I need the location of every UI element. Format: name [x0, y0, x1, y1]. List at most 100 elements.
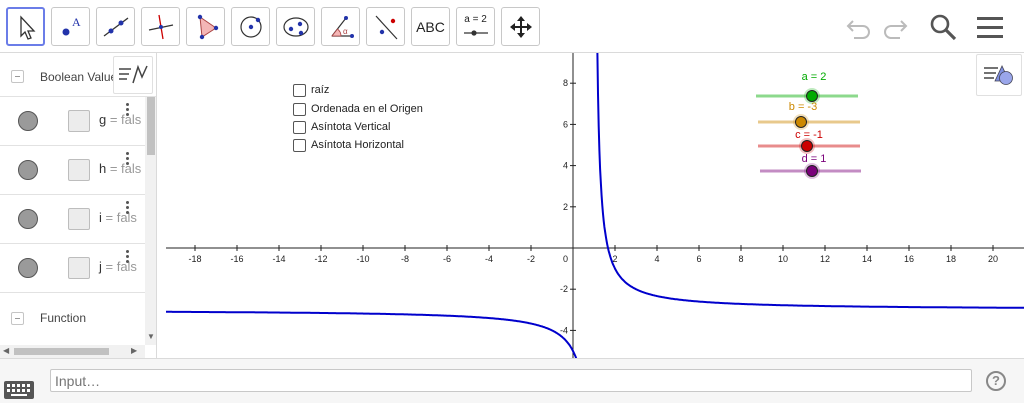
text-tool-button[interactable]: ABC [411, 7, 450, 46]
checkbox-asintota-horizontal[interactable]: Asíntota Horizontal [293, 137, 404, 153]
checkbox-asintota-vertical[interactable]: Asíntota Vertical [293, 119, 391, 135]
y-tick-label: -2 [560, 284, 568, 294]
boolean-checkbox[interactable] [68, 257, 90, 279]
y-tick-label: 6 [563, 119, 568, 129]
scroll-left-icon[interactable]: ◀ [3, 346, 9, 355]
x-tick-label: -2 [527, 254, 535, 264]
x-tick-label: 18 [946, 254, 956, 264]
collapse-icon[interactable] [11, 312, 24, 325]
x-tick-label: 20 [988, 254, 998, 264]
x-tick-label: -4 [485, 254, 493, 264]
circle-tool-button[interactable] [231, 7, 270, 46]
ellipse-icon [282, 16, 309, 37]
undo-button[interactable] [842, 10, 876, 44]
input-bar: ? [0, 358, 1024, 403]
algebra-row[interactable]: j = fals [0, 244, 145, 293]
algebra-row-text: h = fals [99, 161, 141, 176]
text-tool-label: ABC [416, 18, 445, 35]
y-tick-label: 8 [563, 78, 568, 88]
polygon-icon [197, 14, 218, 39]
toolbar: A α ABC a = 2 [0, 0, 1024, 53]
point-icon: A [62, 15, 81, 35]
var-value: = fals [101, 259, 137, 274]
horizontal-scrollbar[interactable]: ◀ ▶ [0, 345, 145, 358]
more-options-icon[interactable] [126, 250, 130, 265]
checkbox-ordenada[interactable]: Ordenada en el Origen [293, 101, 423, 117]
reflect-icon [375, 15, 397, 39]
x-tick-label: 4 [654, 254, 659, 264]
collapse-icon[interactable] [11, 70, 24, 83]
algebra-row[interactable]: i = fals [0, 195, 145, 244]
move-tool-button[interactable] [6, 7, 45, 46]
ellipse-tool-button[interactable] [276, 7, 315, 46]
more-options-icon[interactable] [126, 201, 130, 216]
algebra-row-text: i = fals [99, 210, 137, 225]
checkbox-box[interactable] [293, 102, 306, 116]
help-icon[interactable]: ? [986, 371, 1006, 391]
function-curve-left-branch[interactable] [166, 310, 585, 358]
x-tick-label: -14 [272, 254, 285, 264]
visibility-toggle[interactable] [18, 160, 38, 180]
more-options-icon[interactable] [126, 152, 130, 167]
boolean-checkbox[interactable] [68, 208, 90, 230]
polygon-tool-button[interactable] [186, 7, 225, 46]
var-value: = fals [101, 210, 137, 225]
vertical-scrollbar[interactable]: ▼ [145, 97, 156, 345]
line-tool-button[interactable] [96, 7, 135, 46]
x-tick-label: -8 [401, 254, 409, 264]
perpendicular-line-tool-button[interactable] [141, 7, 180, 46]
visibility-toggle[interactable] [18, 258, 38, 278]
move-arrows-icon [509, 15, 532, 38]
group-label-boolean: Boolean Value [40, 70, 118, 84]
redo-icon [884, 20, 908, 39]
svg-text:A: A [72, 15, 81, 29]
reflect-tool-button[interactable] [366, 7, 405, 46]
checkbox-label: raíz [311, 84, 330, 96]
keyboard-icon [4, 381, 34, 399]
visibility-toggle[interactable] [18, 111, 38, 131]
x-tick-label: 8 [738, 254, 743, 264]
x-tick-label: 16 [904, 254, 914, 264]
y-tick-label: 2 [563, 202, 568, 212]
visibility-toggle[interactable] [18, 209, 38, 229]
origin-label: 0 [563, 254, 568, 264]
checkbox-box[interactable] [293, 120, 306, 134]
scroll-down-icon[interactable]: ▼ [147, 332, 155, 341]
more-options-icon[interactable] [126, 103, 130, 118]
graphics-view[interactable]: -18 -16 -14 -12 -10 -8 -6 -4 -2 2 4 6 8 10 12 14 16 18 20 8… [166, 53, 1024, 358]
x-tick-label: -12 [314, 254, 327, 264]
x-tick-label: -16 [230, 254, 243, 264]
x-tick-label: -18 [188, 254, 201, 264]
circle-icon [239, 15, 262, 38]
angle-tool-button[interactable]: α [321, 7, 360, 46]
main-menu-button[interactable] [973, 10, 1007, 44]
scrollbar-thumb[interactable] [147, 97, 155, 155]
algebra-style-bar-button[interactable] [113, 56, 153, 94]
function-curve-right-branch[interactable] [596, 53, 1024, 309]
boolean-checkbox[interactable] [68, 110, 90, 132]
checkbox-box[interactable] [293, 138, 306, 152]
graphics-style-bar-button[interactable] [976, 54, 1022, 96]
keyboard-button[interactable] [4, 381, 34, 399]
slider-tool-button[interactable]: a = 2 [456, 7, 495, 46]
scroll-right-icon[interactable]: ▶ [131, 346, 137, 355]
algebra-view: Boolean Value g = fals h = fals i = fals… [0, 53, 157, 358]
boolean-checkbox[interactable] [68, 159, 90, 181]
graphics-style-icon [984, 65, 1013, 85]
graphics-canvas[interactable]: -18 -16 -14 -12 -10 -8 -6 -4 -2 2 4 6 8 10 12 14 16 18 20 8… [166, 53, 1024, 358]
search-button[interactable] [926, 10, 960, 44]
checkbox-box[interactable] [293, 83, 306, 97]
algebra-style-icon [119, 64, 148, 84]
function-group-header[interactable]: Function [0, 298, 145, 338]
algebra-row[interactable]: h = fals [0, 146, 145, 195]
move-graphics-view-tool-button[interactable] [501, 7, 540, 46]
point-tool-button[interactable]: A [51, 7, 90, 46]
algebra-row[interactable]: g = fals [0, 97, 145, 146]
geogebra-app: A α ABC a = 2 Boolean Value g = fals h =… [0, 0, 1024, 403]
checkbox-raiz[interactable]: raíz [293, 82, 329, 98]
angle-icon: α [330, 15, 354, 38]
svg-text:α: α [343, 27, 348, 36]
scrollbar-thumb[interactable] [14, 348, 109, 355]
input-field[interactable] [50, 369, 972, 392]
redo-button[interactable] [878, 10, 912, 44]
